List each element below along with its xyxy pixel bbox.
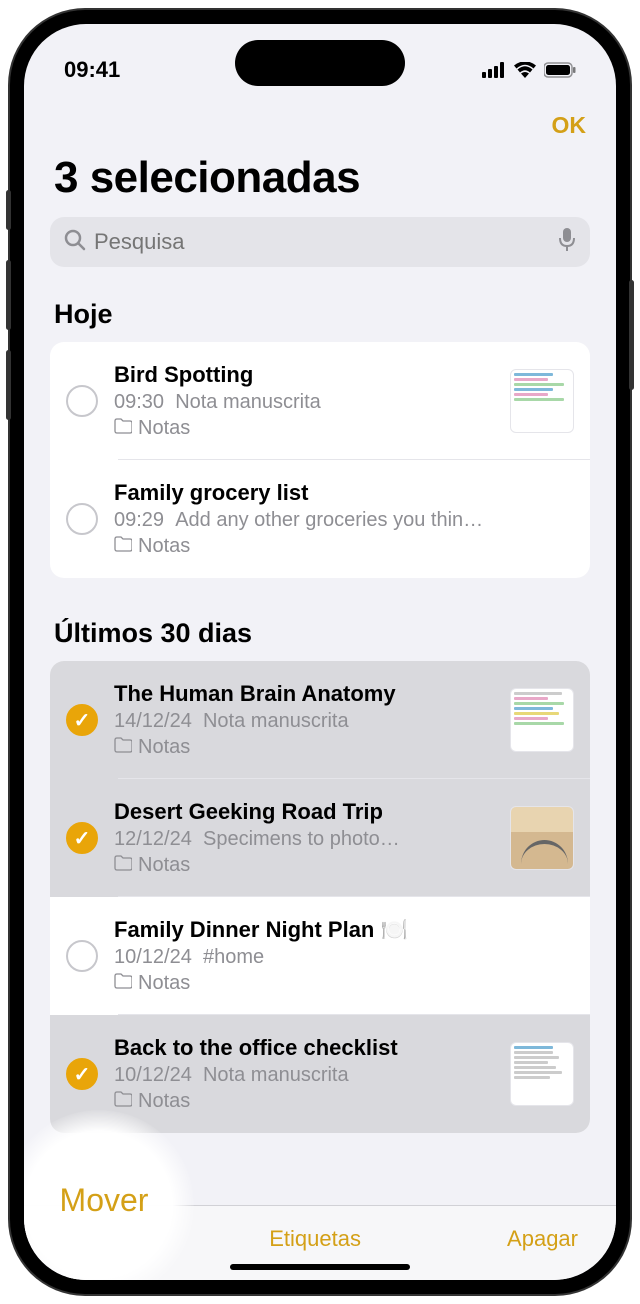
tags-button[interactable]: Etiquetas xyxy=(269,1226,361,1252)
folder-icon xyxy=(114,535,132,559)
folder-icon xyxy=(114,1090,132,1114)
note-item[interactable]: Bird Spotting 09:30 Nota manuscrita Nota… xyxy=(50,342,590,460)
note-folder: Notas xyxy=(114,854,494,878)
battery-icon xyxy=(544,62,576,78)
note-content: Family Dinner Night Plan 🍽️ 10/12/24 #ho… xyxy=(114,917,574,996)
note-meta: 14/12/24 Nota manuscrita xyxy=(114,710,494,733)
dynamic-island xyxy=(235,40,405,86)
note-title: Back to the office checklist xyxy=(114,1035,494,1061)
note-group: Bird Spotting 09:30 Nota manuscrita Nota… xyxy=(50,342,590,578)
folder-icon xyxy=(114,417,132,441)
note-folder: Notas xyxy=(114,1090,494,1114)
note-thumbnail xyxy=(510,1042,574,1106)
note-content: Desert Geeking Road Trip 12/12/24 Specim… xyxy=(114,799,494,878)
note-content: The Human Brain Anatomy 14/12/24 Nota ma… xyxy=(114,681,494,760)
note-item[interactable]: The Human Brain Anatomy 14/12/24 Nota ma… xyxy=(50,661,590,779)
page-title: 3 selecionadas xyxy=(24,147,616,217)
note-meta: 09:29 Add any other groceries you thin… xyxy=(114,509,574,532)
status-time: 09:41 xyxy=(64,57,120,83)
search-icon xyxy=(64,229,86,256)
note-title: The Human Brain Anatomy xyxy=(114,681,494,707)
note-meta: 12/12/24 Specimens to photo… xyxy=(114,828,494,851)
note-thumbnail xyxy=(510,806,574,870)
notes-list: Hoje Bird Spotting 09:30 Nota manuscrita… xyxy=(24,287,616,1205)
note-folder: Notas xyxy=(114,417,494,441)
note-title: Family Dinner Night Plan 🍽️ xyxy=(114,917,574,943)
note-meta: 10/12/24 Nota manuscrita xyxy=(114,1064,494,1087)
checkbox[interactable] xyxy=(66,385,98,417)
note-item[interactable]: Family grocery list 09:29 Add any other … xyxy=(50,460,590,578)
note-folder: Notas xyxy=(114,736,494,760)
note-meta: 10/12/24 #home xyxy=(114,946,574,969)
folder-icon xyxy=(114,972,132,996)
note-title: Bird Spotting xyxy=(114,362,494,388)
note-group: The Human Brain Anatomy 14/12/24 Nota ma… xyxy=(50,661,590,1133)
wifi-icon xyxy=(514,62,536,78)
screen: 09:41 OK 3 selecionadas xyxy=(24,24,616,1280)
mic-icon[interactable] xyxy=(558,228,576,257)
note-thumbnail xyxy=(510,369,574,433)
silent-switch xyxy=(6,190,11,230)
checkbox[interactable] xyxy=(66,940,98,972)
note-content: Family grocery list 09:29 Add any other … xyxy=(114,480,574,559)
checkbox[interactable] xyxy=(66,704,98,736)
section-header: Hoje xyxy=(24,287,616,342)
note-meta: 09:30 Nota manuscrita xyxy=(114,391,494,414)
power-button xyxy=(629,280,634,390)
delete-button[interactable]: Apagar xyxy=(507,1226,578,1252)
note-item[interactable]: Desert Geeking Road Trip 12/12/24 Specim… xyxy=(50,779,590,897)
volume-down xyxy=(6,350,11,420)
folder-icon xyxy=(114,736,132,760)
section-header: Últimos 30 dias xyxy=(24,606,616,661)
note-content: Back to the office checklist 10/12/24 No… xyxy=(114,1035,494,1114)
note-thumbnail xyxy=(510,688,574,752)
note-item[interactable]: Family Dinner Night Plan 🍽️ 10/12/24 #ho… xyxy=(50,897,590,1015)
folder-icon xyxy=(114,854,132,878)
status-icons xyxy=(482,62,576,78)
home-indicator[interactable] xyxy=(230,1264,410,1270)
search-input[interactable] xyxy=(94,229,558,255)
note-title: Family grocery list xyxy=(114,480,574,506)
checkbox[interactable] xyxy=(66,822,98,854)
checkbox[interactable] xyxy=(66,503,98,535)
note-folder: Notas xyxy=(114,535,574,559)
move-button-highlighted[interactable]: Mover xyxy=(60,1182,149,1219)
note-title: Desert Geeking Road Trip xyxy=(114,799,494,825)
phone-frame: 09:41 OK 3 selecionadas xyxy=(10,10,630,1294)
signal-icon xyxy=(482,62,506,78)
note-content: Bird Spotting 09:30 Nota manuscrita Nota… xyxy=(114,362,494,441)
volume-up xyxy=(6,260,11,330)
note-folder: Notas xyxy=(114,972,574,996)
nav-bar: OK xyxy=(24,94,616,147)
search-bar[interactable] xyxy=(50,217,590,267)
ok-button[interactable]: OK xyxy=(552,112,587,139)
checkbox[interactable] xyxy=(66,1058,98,1090)
